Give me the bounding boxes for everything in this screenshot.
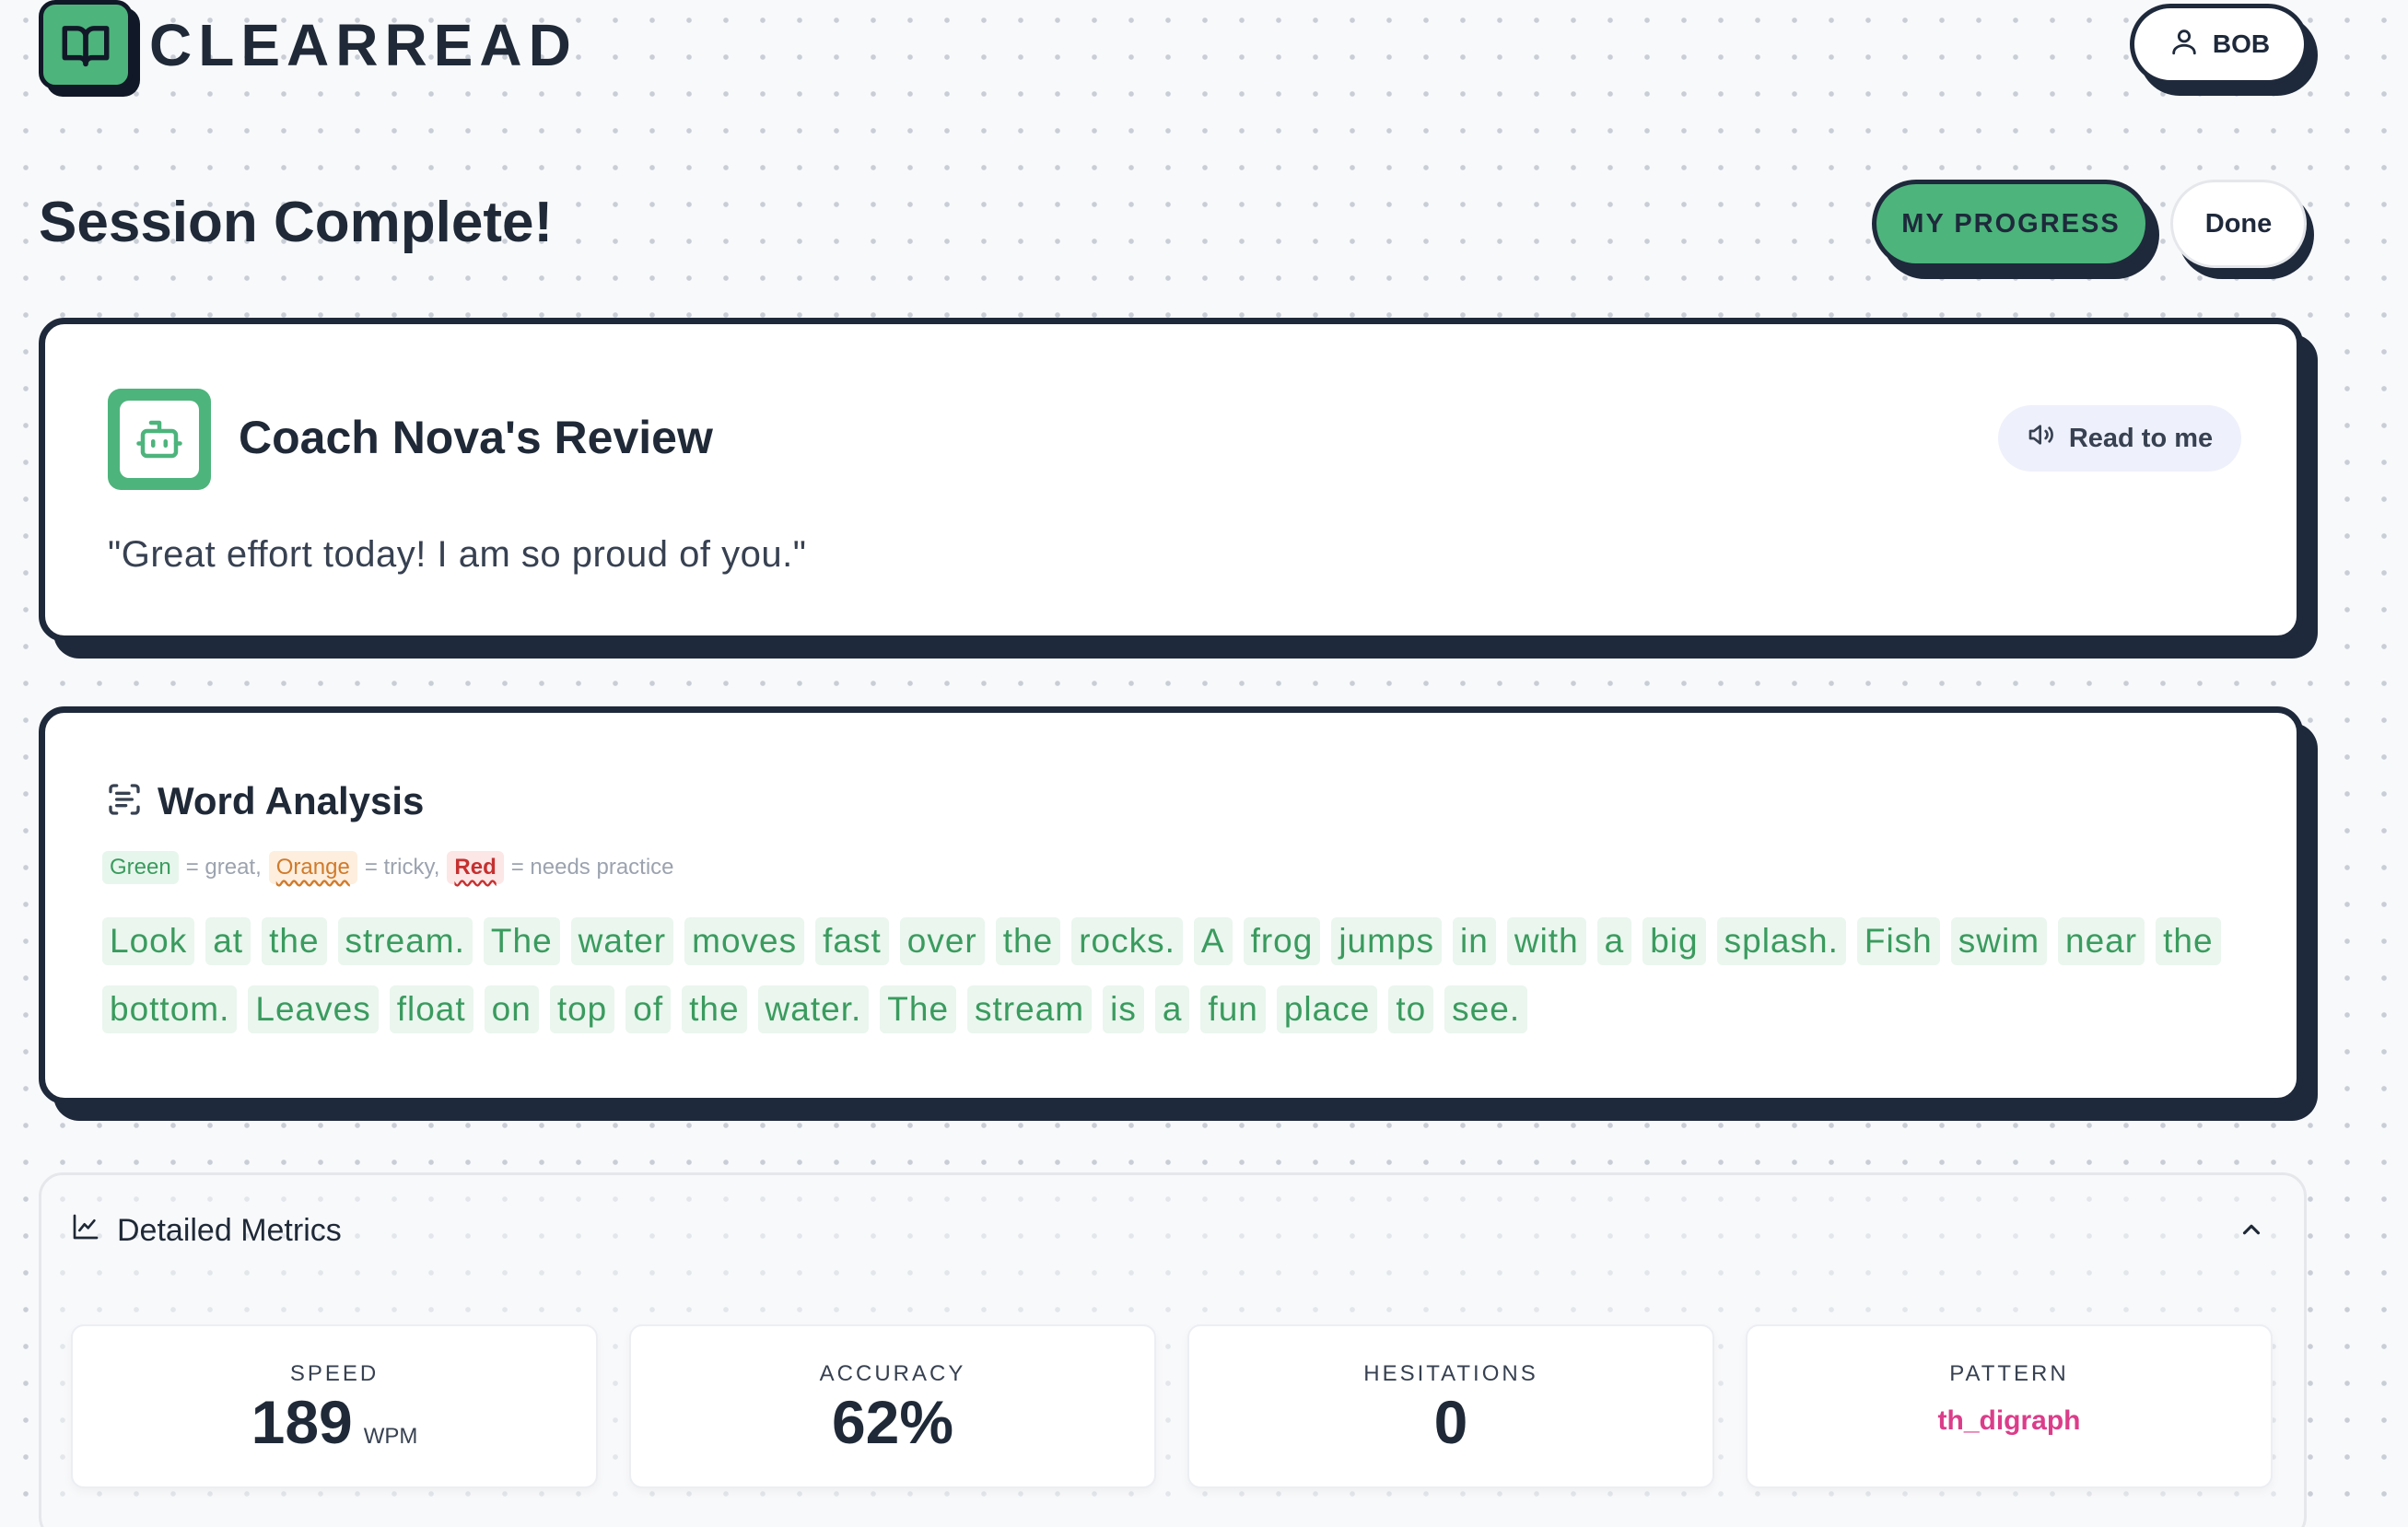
word-chip[interactable]: Look <box>102 917 195 965</box>
legend-green: Green <box>102 851 179 884</box>
pattern-metric: PATTERN th_digraph <box>1746 1324 2273 1488</box>
word-chip[interactable]: the <box>682 985 747 1033</box>
word-chip[interactable]: moves <box>684 917 805 965</box>
legend-red-desc: = needs practice <box>510 855 674 880</box>
speed-value-row: 189 WPM <box>73 1387 596 1457</box>
read-to-me-label: Read to me <box>2068 423 2214 453</box>
word-chip[interactable]: stream <box>967 985 1093 1033</box>
word-chip[interactable]: big <box>1642 917 1706 965</box>
user-menu-button[interactable]: BOB <box>2130 4 2309 85</box>
word-chip[interactable]: a <box>1154 985 1190 1033</box>
book-open-icon <box>39 0 133 89</box>
word-chip[interactable]: top <box>549 985 615 1033</box>
accuracy-value: 62% <box>831 1388 954 1456</box>
detailed-metrics-title: Detailed Metrics <box>117 1213 342 1248</box>
word-chip[interactable]: is <box>1103 985 1144 1033</box>
word-chip[interactable]: near <box>2058 917 2145 965</box>
legend-orange-desc: = tricky, <box>364 855 440 880</box>
word-chip[interactable]: fast <box>815 917 889 965</box>
speaker-icon <box>2027 420 2056 457</box>
detailed-metrics-panel: Detailed Metrics SPEED 189 WPM ACCURACY 6… <box>39 1172 2307 1527</box>
coach-quote: "Great effort today! I am so proud of yo… <box>108 534 807 575</box>
word-chip[interactable]: swim <box>1950 917 2048 965</box>
legend-green-desc: = great, <box>185 855 262 880</box>
legend-orange: Orange <box>268 851 357 884</box>
pattern-label: PATTERN <box>1949 1361 2069 1386</box>
word-chip[interactable]: The <box>880 985 957 1033</box>
accuracy-label: ACCURACY <box>819 1361 966 1386</box>
hesitations-metric: HESITATIONS 0 <box>1187 1324 1714 1488</box>
word-chip[interactable]: rocks. <box>1071 917 1183 965</box>
word-chip[interactable]: on <box>484 985 539 1033</box>
word-chip[interactable]: fun <box>1200 985 1266 1033</box>
word-chip[interactable]: The <box>483 917 560 965</box>
word-chip[interactable]: water. <box>757 985 870 1033</box>
speed-unit: WPM <box>363 1424 418 1449</box>
word-chip[interactable]: of <box>625 985 672 1033</box>
page-title: Session Complete! <box>39 191 554 254</box>
coach-title: Coach Nova's Review <box>239 412 713 463</box>
word-chip[interactable]: frog <box>1243 917 1321 965</box>
app-name: CLEARREAD <box>149 11 578 78</box>
accuracy-metric: ACCURACY 62% <box>629 1324 1156 1488</box>
word-chip[interactable]: at <box>205 917 251 965</box>
word-chip[interactable]: place <box>1276 985 1378 1033</box>
hesitations-value: 0 <box>1433 1388 1468 1456</box>
speed-label: SPEED <box>289 1361 380 1386</box>
word-chip[interactable]: bottom. <box>102 985 238 1033</box>
word-chip[interactable]: jumps <box>1331 917 1443 965</box>
word-chip[interactable]: water <box>570 917 674 965</box>
pattern-value: th_digraph <box>1937 1405 2081 1436</box>
word-chip[interactable]: with <box>1506 917 1586 965</box>
word-chip[interactable]: stream. <box>337 917 473 965</box>
word-chip[interactable]: the <box>995 917 1061 965</box>
line-chart-icon <box>71 1212 100 1250</box>
word-chip[interactable]: a <box>1596 917 1632 965</box>
detailed-metrics-toggle[interactable]: Detailed Metrics <box>71 1212 342 1250</box>
hesitations-label: HESITATIONS <box>1363 1361 1538 1386</box>
read-to-me-button[interactable]: Read to me <box>1998 405 2241 472</box>
my-progress-button[interactable]: MY PROGRESS <box>1872 180 2150 268</box>
scan-text-icon <box>106 781 143 822</box>
word-chip[interactable]: Leaves <box>248 985 379 1033</box>
word-chip[interactable]: float <box>389 985 473 1033</box>
word-analysis-header: Word Analysis <box>106 779 424 823</box>
word-chip[interactable]: splash. <box>1716 917 1846 965</box>
user-name: BOB <box>2212 29 2271 58</box>
word-chip[interactable]: over <box>899 917 985 965</box>
app-logo[interactable]: CLEARREAD <box>39 0 578 89</box>
speed-value: 189 <box>251 1388 353 1456</box>
user-icon <box>2168 26 2200 64</box>
word-chip[interactable]: in <box>1453 917 1496 965</box>
word-chip[interactable]: to <box>1388 985 1434 1033</box>
word-chip[interactable]: the <box>2156 917 2221 965</box>
done-button[interactable]: Done <box>2170 180 2307 268</box>
word-list: Look at the stream. The water moves fast over the… <box>102 917 2249 1033</box>
bot-icon <box>120 401 199 478</box>
chevron-up-icon[interactable] <box>2238 1216 2265 1248</box>
word-analysis-card: Word Analysis Green = great, Orange = tr… <box>39 706 2303 1104</box>
coach-avatar <box>108 389 211 490</box>
word-chip[interactable]: A <box>1193 917 1233 965</box>
color-legend: Green = great, Orange = tricky, Red = ne… <box>102 851 674 884</box>
speed-metric: SPEED 189 WPM <box>71 1324 598 1488</box>
word-chip[interactable]: see. <box>1444 985 1528 1033</box>
coach-review-card: Coach Nova's Review Read to me "Great ef… <box>39 318 2303 642</box>
word-chip[interactable]: the <box>262 917 327 965</box>
word-chip[interactable]: Fish <box>1856 917 1940 965</box>
legend-red: Red <box>447 851 504 884</box>
word-analysis-title: Word Analysis <box>158 779 425 822</box>
